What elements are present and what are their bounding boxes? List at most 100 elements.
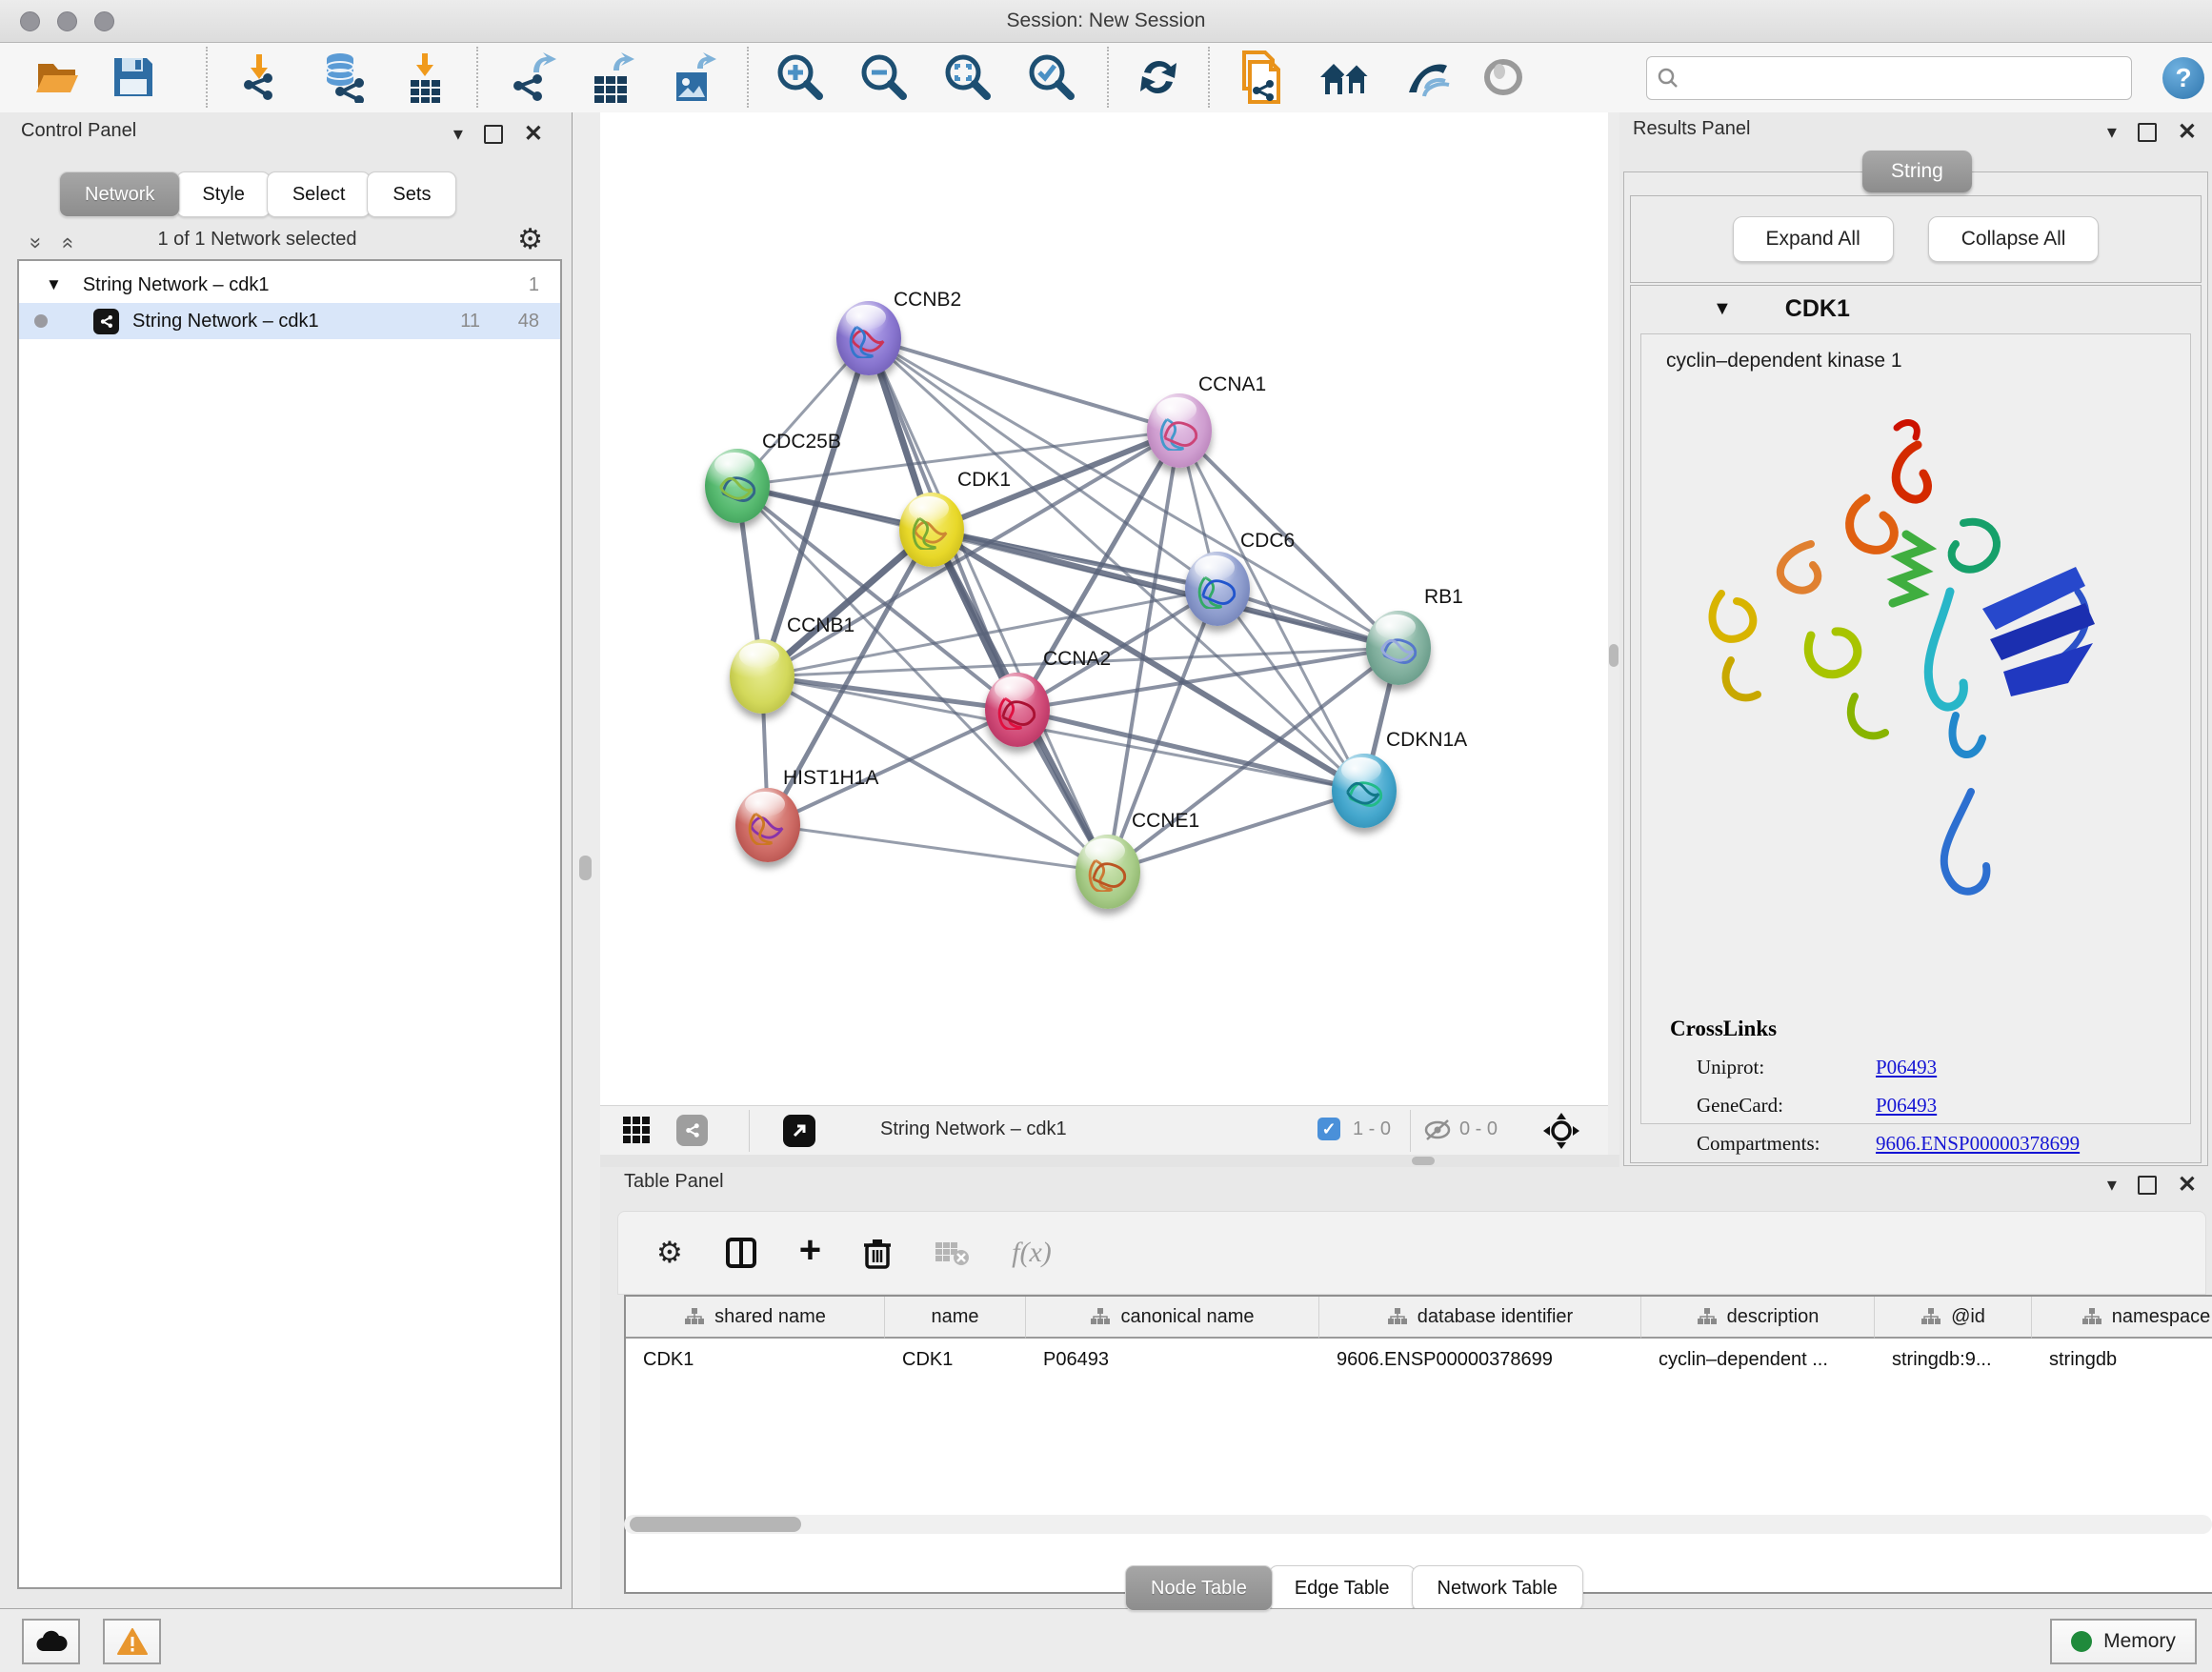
node-CCNB2[interactable]	[836, 301, 901, 375]
save-session-button[interactable]	[105, 49, 162, 106]
refresh-button[interactable]	[1130, 49, 1187, 106]
table-cell[interactable]: 9606.ENSP00000378699	[1319, 1340, 1641, 1379]
table-settings-gear-icon[interactable]: ⚙	[656, 1236, 683, 1270]
column-header--id[interactable]: @id	[1875, 1297, 2032, 1339]
hidden-eye-icon[interactable]	[1423, 1118, 1452, 1147]
function-builder-icon[interactable]: f(x)	[1012, 1237, 1052, 1269]
network-row-selected[interactable]: String Network – cdk1 11 48	[19, 303, 560, 339]
table-horizontal-scrollbar[interactable]	[624, 1515, 2212, 1534]
search-field[interactable]	[1646, 56, 2132, 100]
node-CCNA1[interactable]	[1147, 393, 1212, 468]
collapse-section-icon[interactable]: ▼	[1713, 298, 1732, 320]
cloud-status-button[interactable]	[22, 1619, 80, 1664]
node-table[interactable]: shared namenamecanonical namedatabase id…	[624, 1295, 2212, 1594]
search-input[interactable]	[1689, 59, 2122, 95]
node-CDKN1A[interactable]	[1332, 754, 1397, 828]
network-canvas[interactable]: CCNB2CCNA1CDC25BCDK1CDC6RB1CCNB1CCNA2CDK…	[600, 112, 1608, 1105]
tab-node-table[interactable]: Node Table	[1125, 1565, 1273, 1611]
panel-close-icon[interactable]: ✕	[2178, 118, 2197, 146]
edge-CCNA2-CDKN1A[interactable]	[1017, 710, 1364, 791]
string-badge-icon[interactable]	[676, 1115, 708, 1146]
home-view-button[interactable]	[1317, 49, 1374, 106]
edge-CCNB2-CCNE1[interactable]	[869, 338, 1108, 872]
tab-network[interactable]: Network	[59, 171, 180, 217]
node-CCNA2[interactable]	[985, 673, 1050, 747]
show-columns-icon[interactable]	[725, 1237, 757, 1269]
node-CCNB1[interactable]	[730, 639, 794, 714]
memory-button[interactable]: Memory	[2050, 1619, 2197, 1664]
table-cell[interactable]: CDK1	[626, 1340, 885, 1379]
export-table-button[interactable]	[585, 49, 642, 106]
column-header-name[interactable]: name	[885, 1297, 1026, 1339]
horizontal-splitter-handle[interactable]	[1412, 1157, 1435, 1165]
node-CDC25B[interactable]	[705, 449, 770, 523]
collapse-all-button[interactable]: Collapse All	[1928, 216, 2100, 262]
table-cell[interactable]: stringdb	[2032, 1340, 2212, 1379]
help-button[interactable]: ?	[2162, 57, 2204, 99]
open-in-window-icon[interactable]	[783, 1115, 815, 1147]
delete-column-trash-icon[interactable]	[863, 1237, 892, 1269]
selected-checkbox-icon[interactable]: ✓	[1317, 1118, 1340, 1140]
expand-all-button[interactable]: Expand All	[1733, 216, 1894, 262]
zoom-selected-button[interactable]	[1023, 49, 1080, 106]
panel-menu-icon[interactable]: ▾	[2107, 1173, 2117, 1197]
open-session-button[interactable]	[29, 49, 86, 106]
tab-sets[interactable]: Sets	[367, 171, 456, 217]
network-options-gear-icon[interactable]: ⚙	[517, 223, 543, 256]
node-CDC6[interactable]	[1185, 552, 1250, 626]
zoom-out-button[interactable]	[855, 49, 913, 106]
add-column-icon[interactable]: +	[799, 1229, 821, 1272]
export-image-button[interactable]	[667, 49, 724, 106]
panel-float-icon[interactable]	[2138, 123, 2157, 142]
zoom-fit-button[interactable]	[939, 49, 996, 106]
copy-network-button[interactable]	[1233, 49, 1290, 106]
edge-HIST1H1A-CCNE1[interactable]	[768, 825, 1108, 872]
column-header-database-identifier[interactable]: database identifier	[1319, 1297, 1641, 1339]
column-header-namespace[interactable]: namespace	[2032, 1297, 2212, 1339]
node-details-header[interactable]: ▼ CDK1	[1631, 286, 2201, 332]
column-header-shared-name[interactable]: shared name	[626, 1297, 885, 1339]
tab-style[interactable]: Style	[176, 171, 270, 217]
tab-string[interactable]: String	[1862, 151, 1972, 192]
left-splitter-handle[interactable]	[579, 856, 592, 880]
collection-expander-icon[interactable]: ▼	[46, 275, 62, 294]
node-CCNE1[interactable]	[1076, 835, 1140, 909]
table-cell[interactable]: P06493	[1026, 1340, 1319, 1379]
table-cell[interactable]: cyclin–dependent ...	[1641, 1340, 1875, 1379]
hide-unhide-button[interactable]	[1398, 49, 1456, 106]
import-table-button[interactable]	[396, 49, 453, 106]
right-splitter[interactable]	[1608, 112, 1619, 1167]
crosslink-link[interactable]: 9606.ENSP00000378699	[1876, 1132, 2080, 1156]
node-HIST1H1A[interactable]	[735, 788, 800, 862]
table-cell[interactable]: stringdb:9...	[1875, 1340, 2032, 1379]
node-CDK1[interactable]	[899, 493, 964, 567]
column-header-canonical-name[interactable]: canonical name	[1026, 1297, 1319, 1339]
right-splitter-handle[interactable]	[1609, 644, 1619, 667]
delete-table-icon[interactable]	[934, 1239, 970, 1267]
zoom-in-button[interactable]	[772, 49, 829, 106]
crosslink-link[interactable]: P06493	[1876, 1056, 1937, 1079]
edge-CCNB2-RB1[interactable]	[869, 338, 1398, 648]
export-network-button[interactable]	[503, 49, 560, 106]
grid-view-icon[interactable]	[621, 1115, 652, 1150]
fit-content-crosshair-icon[interactable]	[1543, 1113, 1579, 1154]
column-header-description[interactable]: description	[1641, 1297, 1875, 1339]
import-network-database-button[interactable]	[314, 49, 372, 106]
panel-menu-icon[interactable]: ▾	[2107, 120, 2117, 144]
scrollbar-thumb[interactable]	[630, 1517, 801, 1532]
import-network-file-button[interactable]	[232, 49, 290, 106]
panel-float-icon[interactable]	[2138, 1176, 2157, 1195]
panel-close-icon[interactable]: ✕	[2178, 1171, 2197, 1199]
tab-edge-table[interactable]: Edge Table	[1269, 1565, 1416, 1611]
tab-select[interactable]: Select	[267, 171, 372, 217]
edge-CCNB2-CDKN1A[interactable]	[869, 338, 1364, 791]
panel-close-icon[interactable]: ✕	[524, 120, 543, 148]
panel-menu-icon[interactable]: ▾	[453, 122, 463, 146]
edge-CCNB2-CCNA1[interactable]	[869, 338, 1179, 431]
tab-network-table[interactable]: Network Table	[1412, 1565, 1583, 1611]
crosslink-link[interactable]: P06493	[1876, 1094, 1937, 1118]
network-collection-row[interactable]: ▼ String Network – cdk1 1	[19, 267, 560, 303]
warnings-button[interactable]	[103, 1619, 161, 1664]
show-view-button[interactable]	[1475, 49, 1532, 106]
table-cell[interactable]: CDK1	[885, 1340, 1026, 1379]
